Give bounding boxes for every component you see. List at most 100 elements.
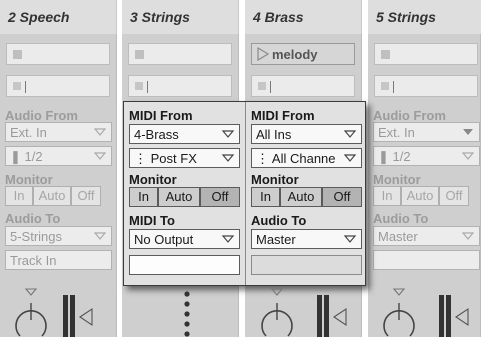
midi-from-select[interactable]: 4-Brass	[129, 124, 240, 144]
chevron-down-icon	[93, 127, 107, 137]
pan-knob[interactable]	[380, 288, 420, 341]
channel-value: All Channe	[271, 151, 336, 166]
audio-from-label: Audio From	[5, 108, 78, 123]
monitor-off-button[interactable]: Off	[200, 187, 240, 207]
select-value: Master	[378, 229, 418, 244]
clip-slot[interactable]	[6, 43, 110, 65]
select-value: ⋮ All Channe	[256, 151, 336, 166]
chevron-down-icon	[93, 231, 107, 241]
select-value: 4-Brass	[134, 127, 179, 142]
arm-icon	[258, 82, 266, 90]
cursor-bar-icon	[147, 81, 148, 93]
chevron-down-icon	[221, 153, 235, 163]
monitor-label: Monitor	[251, 172, 299, 187]
audio-to-channel-select[interactable]	[251, 255, 362, 275]
clip-slot[interactable]	[128, 43, 232, 65]
chevron-down-icon	[93, 151, 107, 161]
track-header-2-speech[interactable]: 2 Speech	[0, 0, 117, 34]
monitor-auto-button[interactable]: Auto	[401, 186, 439, 206]
monitor-buttons: In Auto Off	[373, 186, 481, 206]
select-value: Master	[256, 232, 296, 247]
audio-from-channel-select[interactable]: ❚ 1/2	[373, 146, 480, 166]
channel-value: Post FX	[150, 151, 197, 166]
cursor-bar-icon	[270, 81, 271, 93]
monitor-auto-button[interactable]: Auto	[280, 187, 322, 207]
monitor-off-button[interactable]: Off	[439, 186, 469, 206]
arm-icon	[381, 82, 389, 90]
track-header-4-brass[interactable]: 4 Brass	[245, 0, 362, 34]
track-header-3-strings[interactable]: 3 Strings	[122, 0, 239, 34]
monitor-off-button[interactable]: Off	[71, 186, 101, 206]
chevron-down-icon	[343, 129, 357, 139]
pan-knob[interactable]	[12, 288, 52, 341]
track-4-io: MIDI From All Ins ⋮ All Channe Monitor I…	[246, 102, 367, 285]
clip-stop-icon	[135, 50, 144, 59]
pan-knob[interactable]	[258, 288, 298, 341]
arm-icon	[13, 82, 21, 90]
clip-slot[interactable]	[374, 43, 478, 65]
midi-to-label: MIDI To	[129, 213, 175, 228]
monitor-in-button[interactable]: In	[251, 187, 280, 207]
audio-to-label: Audio To	[5, 211, 61, 226]
clip-name: melody	[272, 47, 318, 62]
monitor-in-button[interactable]: In	[129, 187, 158, 207]
arm-slot[interactable]	[374, 75, 478, 97]
clip-slot-melody[interactable]: melody	[251, 43, 355, 65]
volume-meter[interactable]	[316, 295, 352, 340]
arm-icon	[135, 82, 143, 90]
track-title: 5 Strings	[376, 9, 436, 25]
arm-slot[interactable]	[128, 75, 232, 97]
midi-from-label: MIDI From	[129, 108, 193, 123]
monitor-buttons: In Auto Off	[251, 187, 362, 207]
play-icon	[257, 46, 270, 64]
mixer-strip-row	[0, 286, 481, 337]
select-value: All Ins	[256, 127, 292, 142]
arm-slot[interactable]	[6, 75, 110, 97]
track-header-5-strings[interactable]: 5 Strings	[368, 0, 481, 34]
audio-from-label: Audio From	[373, 108, 446, 123]
audio-from-type-select[interactable]: Ext. In	[373, 122, 480, 142]
midi-from-channel-select[interactable]: ⋮ Post FX	[129, 148, 240, 168]
midi-from-channel-select[interactable]: ⋮ All Channe	[251, 148, 362, 168]
chevron-down-icon	[461, 151, 475, 161]
monitor-buttons: In Auto Off	[129, 187, 240, 207]
select-value: Ext. In	[378, 125, 415, 140]
volume-meter[interactable]	[62, 295, 98, 340]
audio-from-type-select[interactable]: Ext. In	[5, 122, 112, 142]
monitor-label: Monitor	[373, 172, 421, 187]
channel-value: 1/2	[24, 149, 43, 164]
cursor-bar-icon	[25, 81, 26, 93]
chevron-down-icon	[461, 231, 475, 241]
arm-slot[interactable]	[251, 75, 355, 97]
clip-stop-icon	[381, 50, 390, 59]
audio-to-label: Audio To	[251, 213, 307, 228]
monitor-auto-button[interactable]: Auto	[158, 187, 200, 207]
midi-to-channel-select[interactable]	[129, 255, 240, 275]
cursor-bar-icon	[393, 81, 394, 93]
chevron-down-icon	[343, 234, 357, 244]
audio-to-select[interactable]: Master	[251, 229, 362, 249]
monitor-off-button[interactable]: Off	[322, 187, 362, 207]
audio-to-label: Audio To	[373, 211, 429, 226]
select-value: 5-Strings	[10, 229, 63, 244]
midi-from-select[interactable]: All Ins	[251, 124, 362, 144]
monitor-in-button[interactable]: In	[373, 186, 401, 206]
audio-to-channel-select[interactable]	[373, 250, 480, 270]
audio-to-select[interactable]: 5-Strings	[5, 226, 112, 246]
select-value: ⋮ Post FX	[134, 151, 197, 166]
chevron-down-icon	[343, 153, 357, 163]
midi-track-dots-icon	[182, 290, 192, 341]
chevron-down-icon	[221, 129, 235, 139]
volume-meter[interactable]	[438, 295, 474, 340]
monitor-in-button[interactable]: In	[5, 186, 33, 206]
audio-to-channel-select[interactable]: Track In	[5, 250, 112, 270]
io-routing-highlight-panel: MIDI From 4-Brass ⋮ Post FX Monitor In A…	[123, 101, 366, 286]
monitor-auto-button[interactable]: Auto	[33, 186, 71, 206]
monitor-label: Monitor	[5, 172, 53, 187]
audio-from-channel-select[interactable]: ❚ 1/2	[5, 146, 112, 166]
channel-value: 1/2	[392, 149, 411, 164]
midi-to-select[interactable]: No Output	[129, 229, 240, 249]
select-value: ❚ 1/2	[378, 149, 411, 164]
track-3-io: MIDI From 4-Brass ⋮ Post FX Monitor In A…	[124, 102, 245, 285]
audio-to-select[interactable]: Master	[373, 226, 480, 246]
